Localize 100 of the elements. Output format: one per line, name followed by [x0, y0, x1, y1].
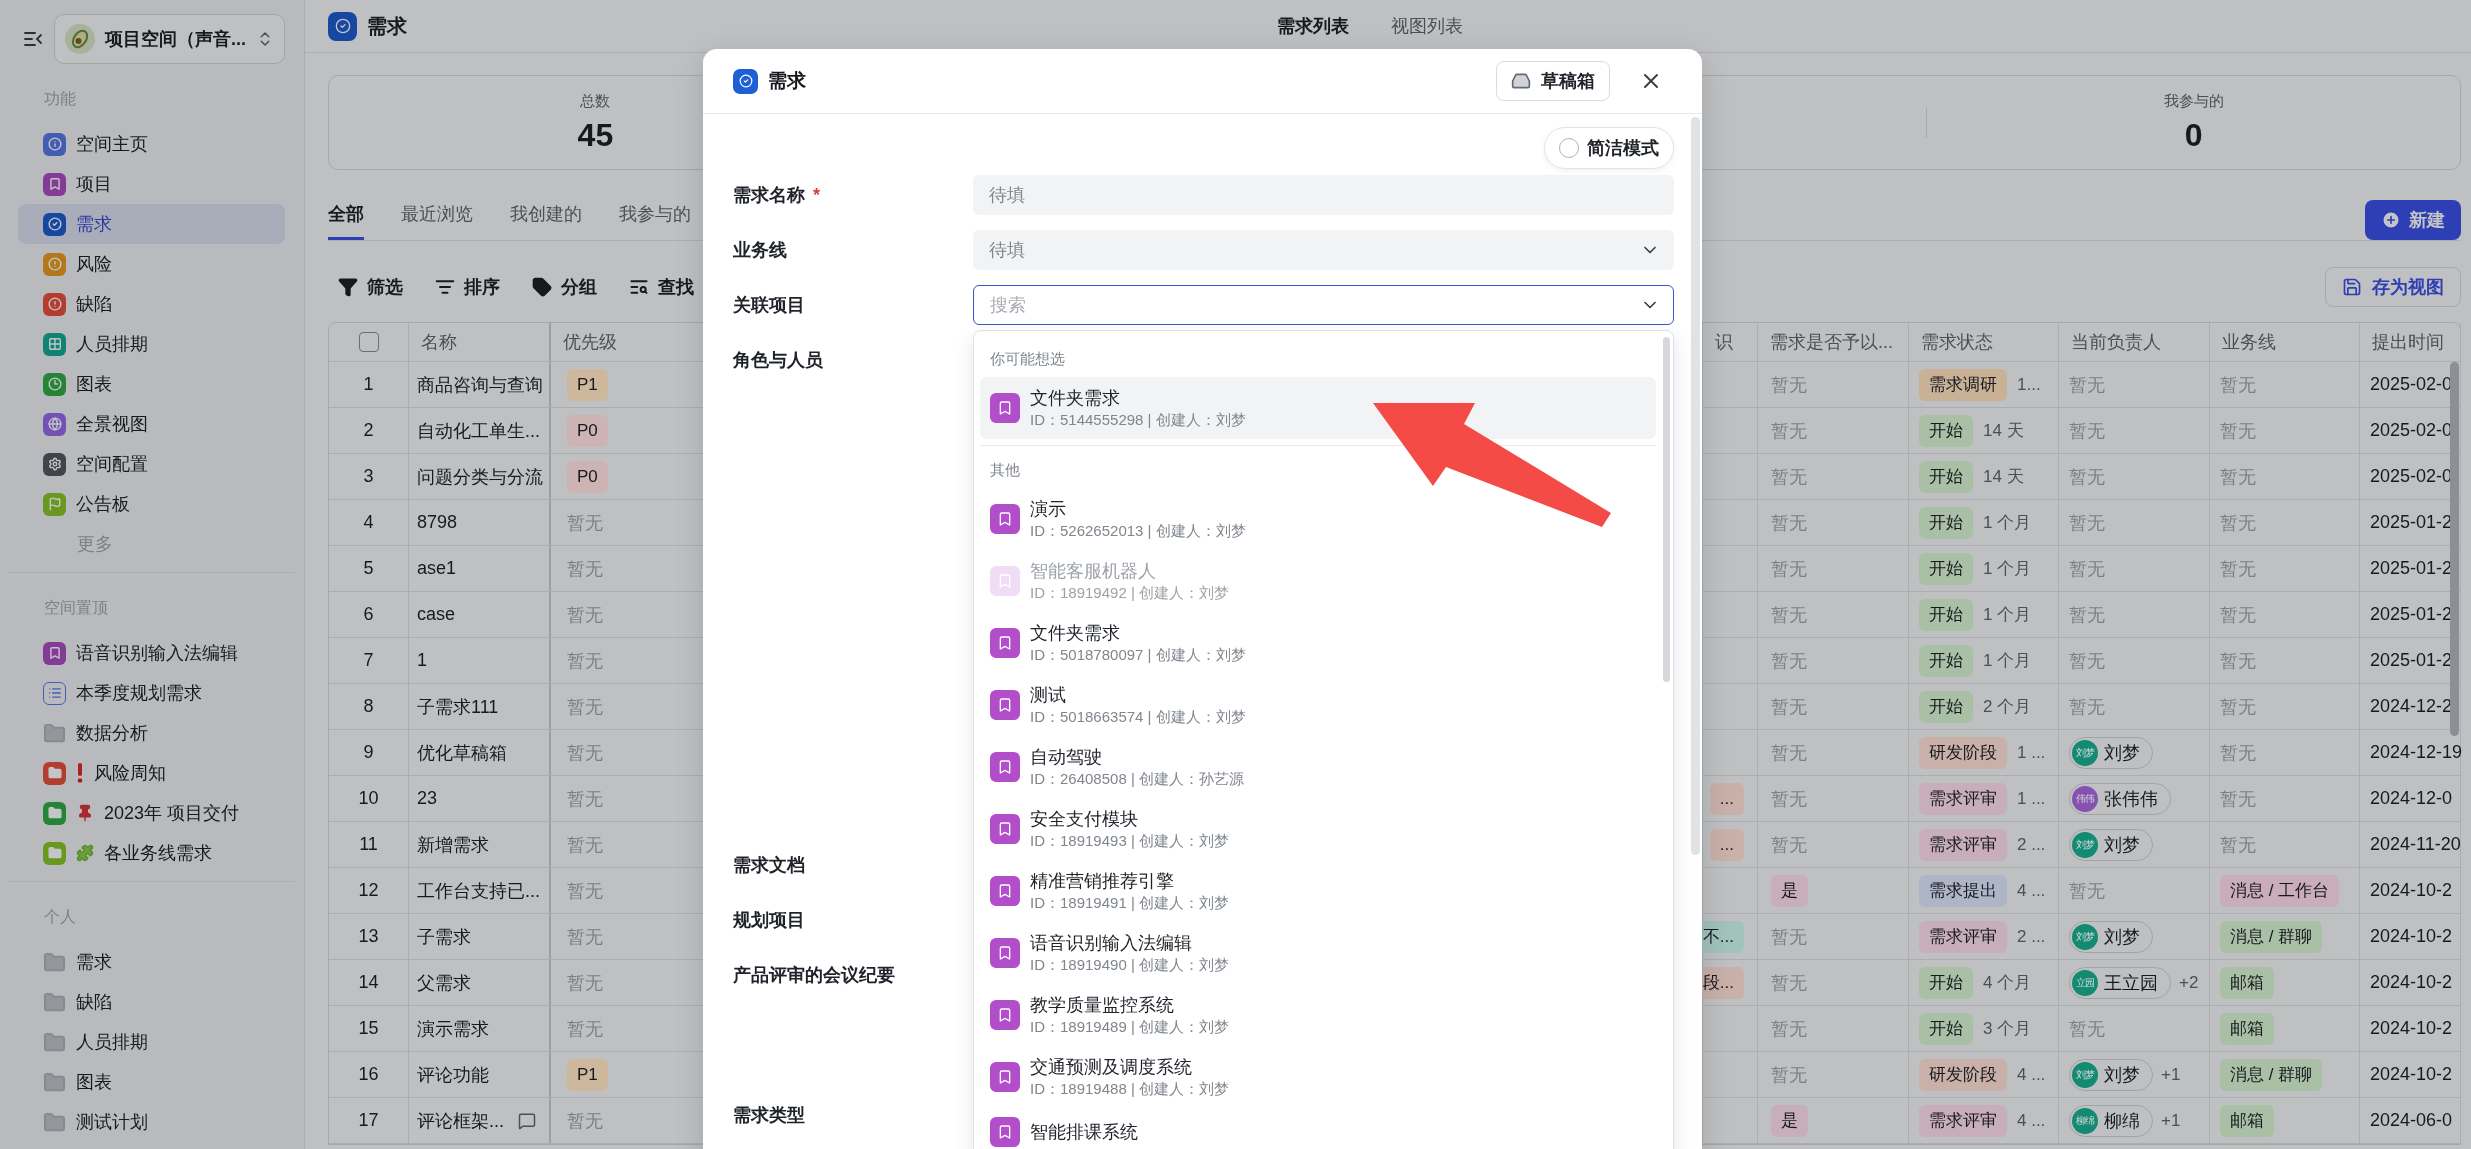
select-field[interactable]: 待填 [973, 230, 1674, 270]
sidebar-item[interactable]: 需求 [18, 942, 285, 982]
requirement-name[interactable]: 23 [417, 788, 438, 809]
alert-icon [43, 292, 66, 316]
sidebar-item[interactable]: 语音识别输入法编辑 [18, 633, 285, 673]
view-tab[interactable]: 需求列表 [1258, 14, 1367, 38]
search-field[interactable]: 搜索 [973, 285, 1674, 325]
item-meta: ID：18919489 | 创建人：刘梦 [1030, 1017, 1229, 1037]
requirement-name[interactable]: case [417, 604, 456, 625]
menu-item[interactable]: 演示 ID：5262652013 | 创建人：刘梦 [980, 488, 1656, 550]
empty-value: 暂无 [2069, 649, 2105, 673]
requirement-name[interactable]: 1 [417, 650, 427, 671]
sidebar-item[interactable]: 缺陷 [18, 284, 285, 324]
date-text: 2024-11-20 [2370, 834, 2461, 855]
requirement-name[interactable]: 问题分类与分流 [417, 464, 543, 489]
status-tag: 开始 [1919, 1012, 1973, 1045]
view-tab[interactable]: 视图列表 [1372, 14, 1481, 38]
menu-item[interactable]: 智能排课系统 [980, 1108, 1656, 1149]
sidebar-item[interactable]: 人员排期 [18, 1022, 285, 1062]
filter-tab[interactable]: 全部 [328, 202, 364, 240]
sidebar-item[interactable]: 项目 [18, 164, 285, 204]
sidebar-item[interactable]: 数据分析 [18, 713, 285, 753]
item-meta: ID：26408508 | 创建人：孙艺源 [1030, 769, 1244, 789]
requirement-name[interactable]: 父需求 [417, 970, 471, 995]
collapse-sidebar-icon[interactable] [24, 31, 43, 47]
folder-icon [43, 721, 66, 745]
sidebar-item[interactable]: 2023年 项目交付 [18, 793, 285, 833]
workspace-selector[interactable]: 项目空间（声音... [54, 14, 285, 64]
input-field[interactable]: 待填 [973, 175, 1674, 215]
item-meta: ID：5262652013 | 创建人：刘梦 [1030, 521, 1246, 541]
sidebar-item[interactable]: 空间主页 [18, 124, 285, 164]
scrollbar[interactable] [1691, 117, 1700, 855]
menu-item[interactable]: 交通预测及调度系统 ID：18919488 | 创建人：刘梦 [980, 1046, 1656, 1108]
requirement-name[interactable]: 自动化工单生... [417, 418, 540, 443]
duration-text: 14 天 [1983, 420, 2024, 442]
stat-label: 总数 [580, 91, 611, 111]
requirement-name[interactable]: 优化草稿箱 [417, 740, 507, 765]
toolbar-button[interactable]: 查找 [619, 275, 704, 299]
column-header: 需求状态 [1909, 323, 2059, 361]
save-view-button[interactable]: 存为视图 [2325, 267, 2461, 307]
sidebar-item[interactable]: 本季度规划需求 [18, 673, 285, 713]
requirement-name[interactable]: 商品咨询与查询 [417, 372, 543, 397]
requirement-name[interactable]: 子需求111 [417, 694, 499, 719]
scrollbar[interactable] [2450, 362, 2459, 736]
page-title: 需求 [367, 13, 407, 39]
menu-item[interactable]: 测试 ID：5018663574 | 创建人：刘梦 [980, 674, 1656, 736]
toolbar-button[interactable]: 排序 [425, 275, 510, 299]
requirement-name[interactable]: 评论框架... [417, 1108, 504, 1133]
requirement-name[interactable]: 8798 [417, 512, 458, 533]
extra-count: +1 [2161, 1064, 2181, 1085]
empty-value: 暂无 [1771, 971, 1807, 995]
requirement-name[interactable]: 工作台支持已... [417, 878, 540, 903]
item-meta: ID：18919492 | 创建人：刘梦 [1030, 583, 1229, 603]
new-button[interactable]: 新建 [2365, 200, 2461, 240]
sidebar-item[interactable]: 缺陷 [18, 982, 285, 1022]
date-text: 2024-12-2 [2370, 696, 2453, 717]
scrollbar[interactable] [1663, 337, 1670, 682]
sidebar-item[interactable]: 各业务线需求 [18, 833, 285, 873]
sidebar-item[interactable]: 测试计划 [18, 1102, 285, 1142]
menu-item[interactable]: 教学质量监控系统 ID：18919489 | 创建人：刘梦 [980, 984, 1656, 1046]
item-meta: ID：5018780097 | 创建人：刘梦 [1030, 645, 1246, 665]
sidebar-item[interactable]: 空间配置 [18, 444, 285, 484]
comment-icon[interactable] [518, 1111, 536, 1130]
row-number: 9 [363, 742, 374, 763]
filter-tab[interactable]: 我参与的 [619, 202, 691, 240]
avocado-icon [65, 24, 95, 54]
sidebar-item[interactable]: 图表 [18, 364, 285, 404]
menu-item[interactable]: 文件夹需求 ID：5018780097 | 创建人：刘梦 [980, 612, 1656, 674]
drafts-button[interactable]: 草稿箱 [1496, 61, 1610, 101]
empty-value: 暂无 [567, 1109, 603, 1133]
select-all-checkbox[interactable] [358, 332, 379, 352]
requirement-name[interactable]: 演示需求 [417, 1016, 489, 1041]
filter-tab[interactable]: 最近浏览 [401, 202, 473, 240]
menu-item[interactable]: 自动驾驶 ID：26408508 | 创建人：孙艺源 [980, 736, 1656, 798]
toolbar-button[interactable]: 筛选 [328, 275, 413, 299]
sidebar-item[interactable]: 公告板 [18, 484, 285, 524]
sidebar-item[interactable]: 全景视图 [18, 404, 285, 444]
date-text: 2024-10-2 [2370, 972, 2453, 993]
menu-item[interactable]: 精准营销推荐引擎 ID：18919491 | 创建人：刘梦 [980, 860, 1656, 922]
sidebar-item[interactable]: 风险周知 [18, 753, 285, 793]
requirement-name[interactable]: 子需求 [417, 924, 471, 949]
item-meta: ID：18919488 | 创建人：刘梦 [1030, 1079, 1229, 1099]
requirement-name[interactable]: 新增需求 [417, 832, 489, 857]
toolbar-button[interactable]: 分组 [522, 275, 607, 299]
row-number: 13 [358, 926, 379, 947]
item-meta: ID：5018663574 | 创建人：刘梦 [1030, 707, 1246, 727]
menu-item[interactable]: 文件夹需求 ID：5144555298 | 创建人：刘梦 [980, 377, 1656, 439]
sidebar-item[interactable]: 需求 [18, 204, 285, 244]
requirement-name[interactable]: ase1 [417, 558, 457, 579]
menu-item[interactable]: 语音识别输入法编辑 ID：18919490 | 创建人：刘梦 [980, 922, 1656, 984]
menu-item[interactable]: 安全支付模块 ID：18919493 | 创建人：刘梦 [980, 798, 1656, 860]
requirement-name[interactable]: 评论功能 [417, 1062, 489, 1087]
filter-tab[interactable]: 我创建的 [510, 202, 582, 240]
avatar: 伟伟 [2072, 785, 2098, 812]
sidebar-item[interactable]: 人员排期 [18, 324, 285, 364]
exclamation-icon [76, 763, 84, 783]
tag-icon [532, 277, 552, 297]
sidebar-item[interactable]: 图表 [18, 1062, 285, 1102]
sidebar-item[interactable]: 风险 [18, 244, 285, 284]
row-number: 3 [363, 466, 374, 487]
